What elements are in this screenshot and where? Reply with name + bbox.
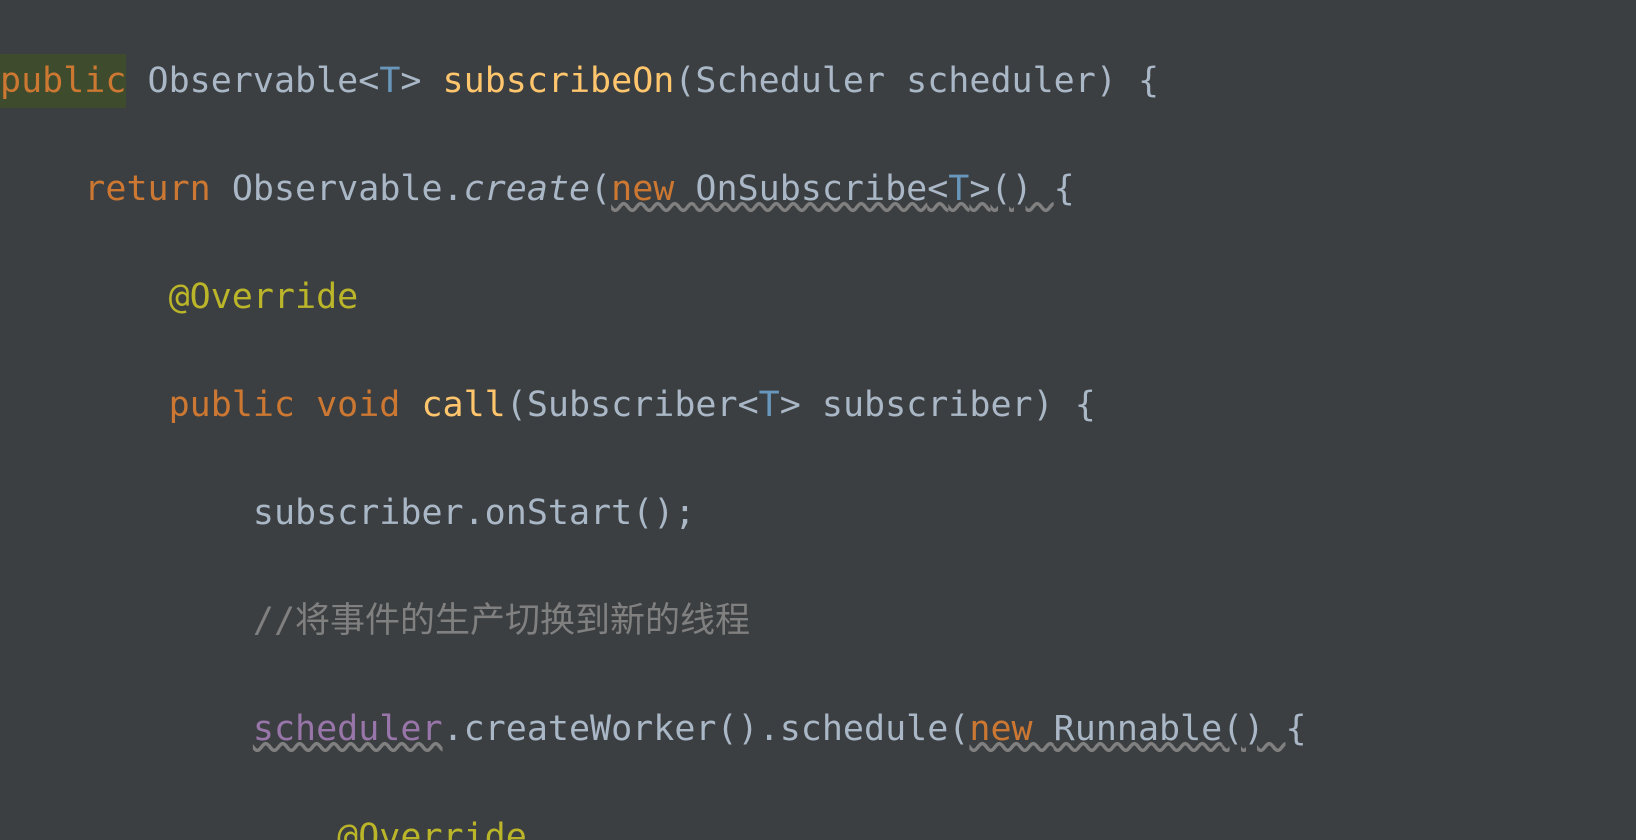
type-scheduler: Scheduler — [695, 61, 885, 101]
code-line: scheduler.createWorker().schedule(new Ru… — [0, 702, 1636, 756]
anonymous-class-onsubscribe: new OnSubscribe<T>() — [611, 169, 1054, 209]
code-line: subscriber.onStart(); — [0, 486, 1636, 540]
var-subscriber: subscriber — [253, 493, 464, 533]
type-observable: Observable — [148, 61, 359, 101]
keyword-return: return — [84, 169, 210, 209]
method-createworker: createWorker — [464, 709, 717, 749]
code-line: return Observable.create(new OnSubscribe… — [0, 162, 1636, 216]
code-line: @Override — [0, 270, 1636, 324]
type-observable: Observable — [232, 169, 443, 209]
annotation-override: @Override — [169, 277, 359, 317]
annotation-override: @Override — [337, 817, 527, 840]
method-schedule: schedule — [780, 709, 949, 749]
code-line: public void call(Subscriber<T> subscribe… — [0, 378, 1636, 432]
type-param: T — [379, 61, 400, 101]
method-subscribeon: subscribeOn — [443, 61, 675, 101]
code-block: public Observable<T> subscribeOn(Schedul… — [0, 0, 1636, 840]
type-subscriber: Subscriber — [527, 385, 738, 425]
method-create: create — [464, 169, 590, 209]
keyword-public: public — [0, 54, 126, 108]
code-editor[interactable]: public Observable<T> subscribeOn(Schedul… — [0, 0, 1636, 840]
method-onstart: onStart — [485, 493, 633, 533]
code-line: public Observable<T> subscribeOn(Schedul… — [0, 54, 1636, 108]
method-call-decl: call — [421, 385, 505, 425]
code-line: //将事件的生产切换到新的线程 — [0, 594, 1636, 648]
comment-line: //将事件的生产切换到新的线程 — [253, 601, 750, 641]
param-scheduler: scheduler — [906, 61, 1096, 101]
anonymous-class-runnable: new Runnable() — [969, 709, 1285, 749]
param-subscriber: subscriber — [822, 385, 1033, 425]
keyword-public: public — [169, 385, 295, 425]
keyword-void: void — [316, 385, 400, 425]
var-scheduler: scheduler — [253, 709, 443, 749]
brace: { — [1138, 61, 1159, 101]
code-line: @Override — [0, 810, 1636, 840]
